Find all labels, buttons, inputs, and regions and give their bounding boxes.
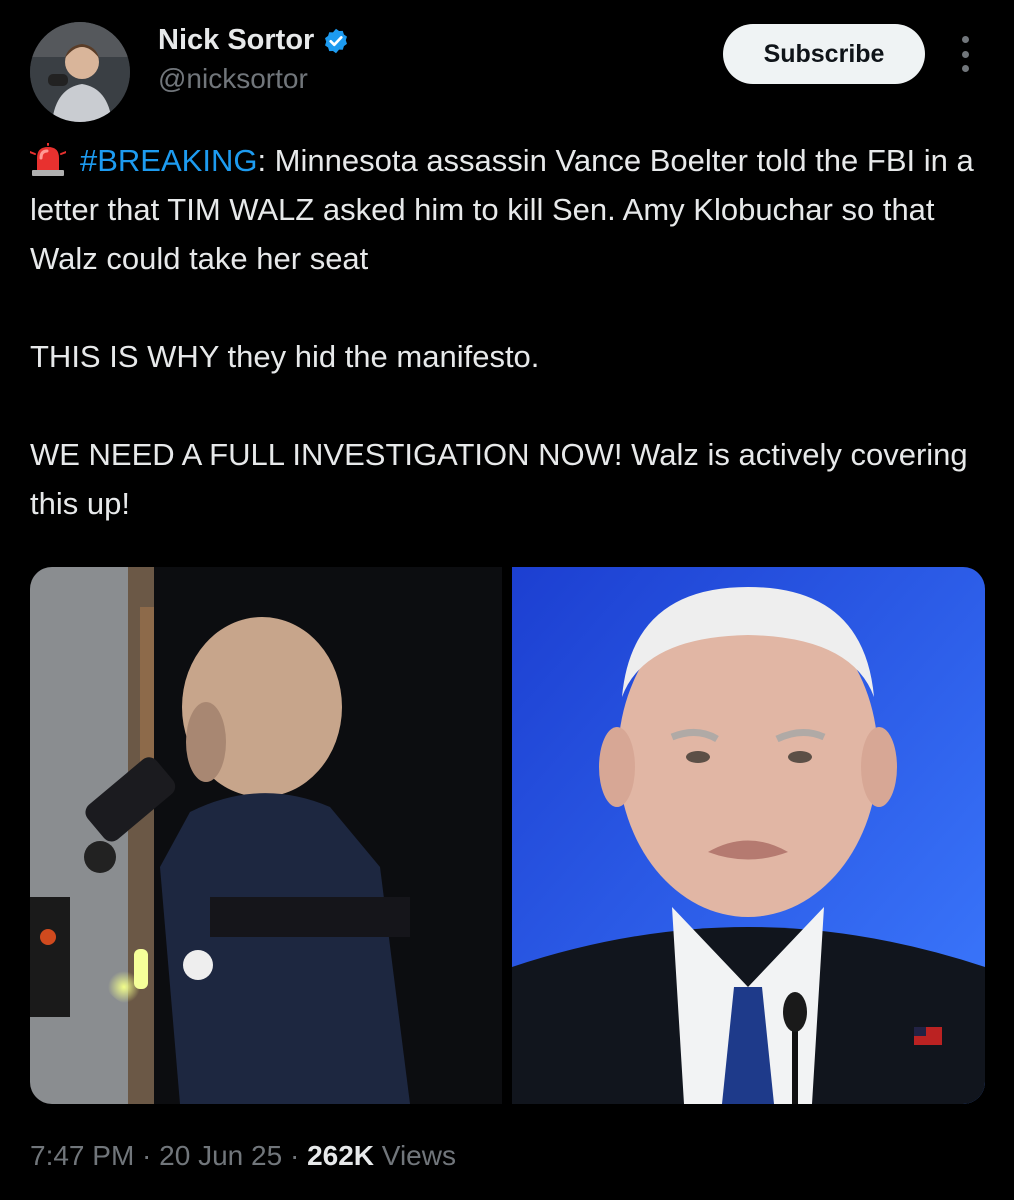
post-time[interactable]: 7:47 PM bbox=[30, 1140, 134, 1171]
handle[interactable]: @nicksortor bbox=[158, 63, 308, 95]
post-date[interactable]: 20 Jun 25 bbox=[159, 1140, 282, 1171]
photo-man-frowning-suit[interactable] bbox=[512, 567, 985, 1104]
media-grid bbox=[30, 567, 985, 1104]
subscribe-button[interactable]: Subscribe bbox=[723, 24, 925, 84]
verified-badge-icon bbox=[322, 27, 350, 55]
display-name[interactable]: Nick Sortor bbox=[158, 24, 314, 57]
post-meta: 7:47 PM · 20 Jun 25 · 262K Views bbox=[30, 1140, 456, 1172]
post-text: #BREAKING: Minnesota assassin Vance Boel… bbox=[29, 136, 990, 528]
hashtag-link[interactable]: #BREAKING bbox=[80, 143, 257, 178]
tweet: Nick Sortor @nicksortor Subscribe #BREAK… bbox=[0, 0, 1014, 1200]
meta-separator: · bbox=[134, 1140, 160, 1171]
avatar[interactable] bbox=[30, 22, 130, 122]
photo-masked-man-with-flashlight[interactable] bbox=[30, 567, 502, 1104]
views-count: 262K bbox=[307, 1140, 374, 1171]
author-name-row: Nick Sortor bbox=[158, 24, 350, 57]
post-paragraph-2: THIS IS WHY they hid the manifesto. bbox=[30, 339, 540, 374]
more-vertical-icon[interactable] bbox=[955, 36, 975, 72]
police-siren-icon bbox=[29, 142, 67, 176]
views-label: Views bbox=[374, 1140, 456, 1171]
meta-separator: · bbox=[282, 1140, 308, 1171]
post-paragraph-3: WE NEED A FULL INVESTIGATION NOW! Walz i… bbox=[30, 437, 977, 521]
